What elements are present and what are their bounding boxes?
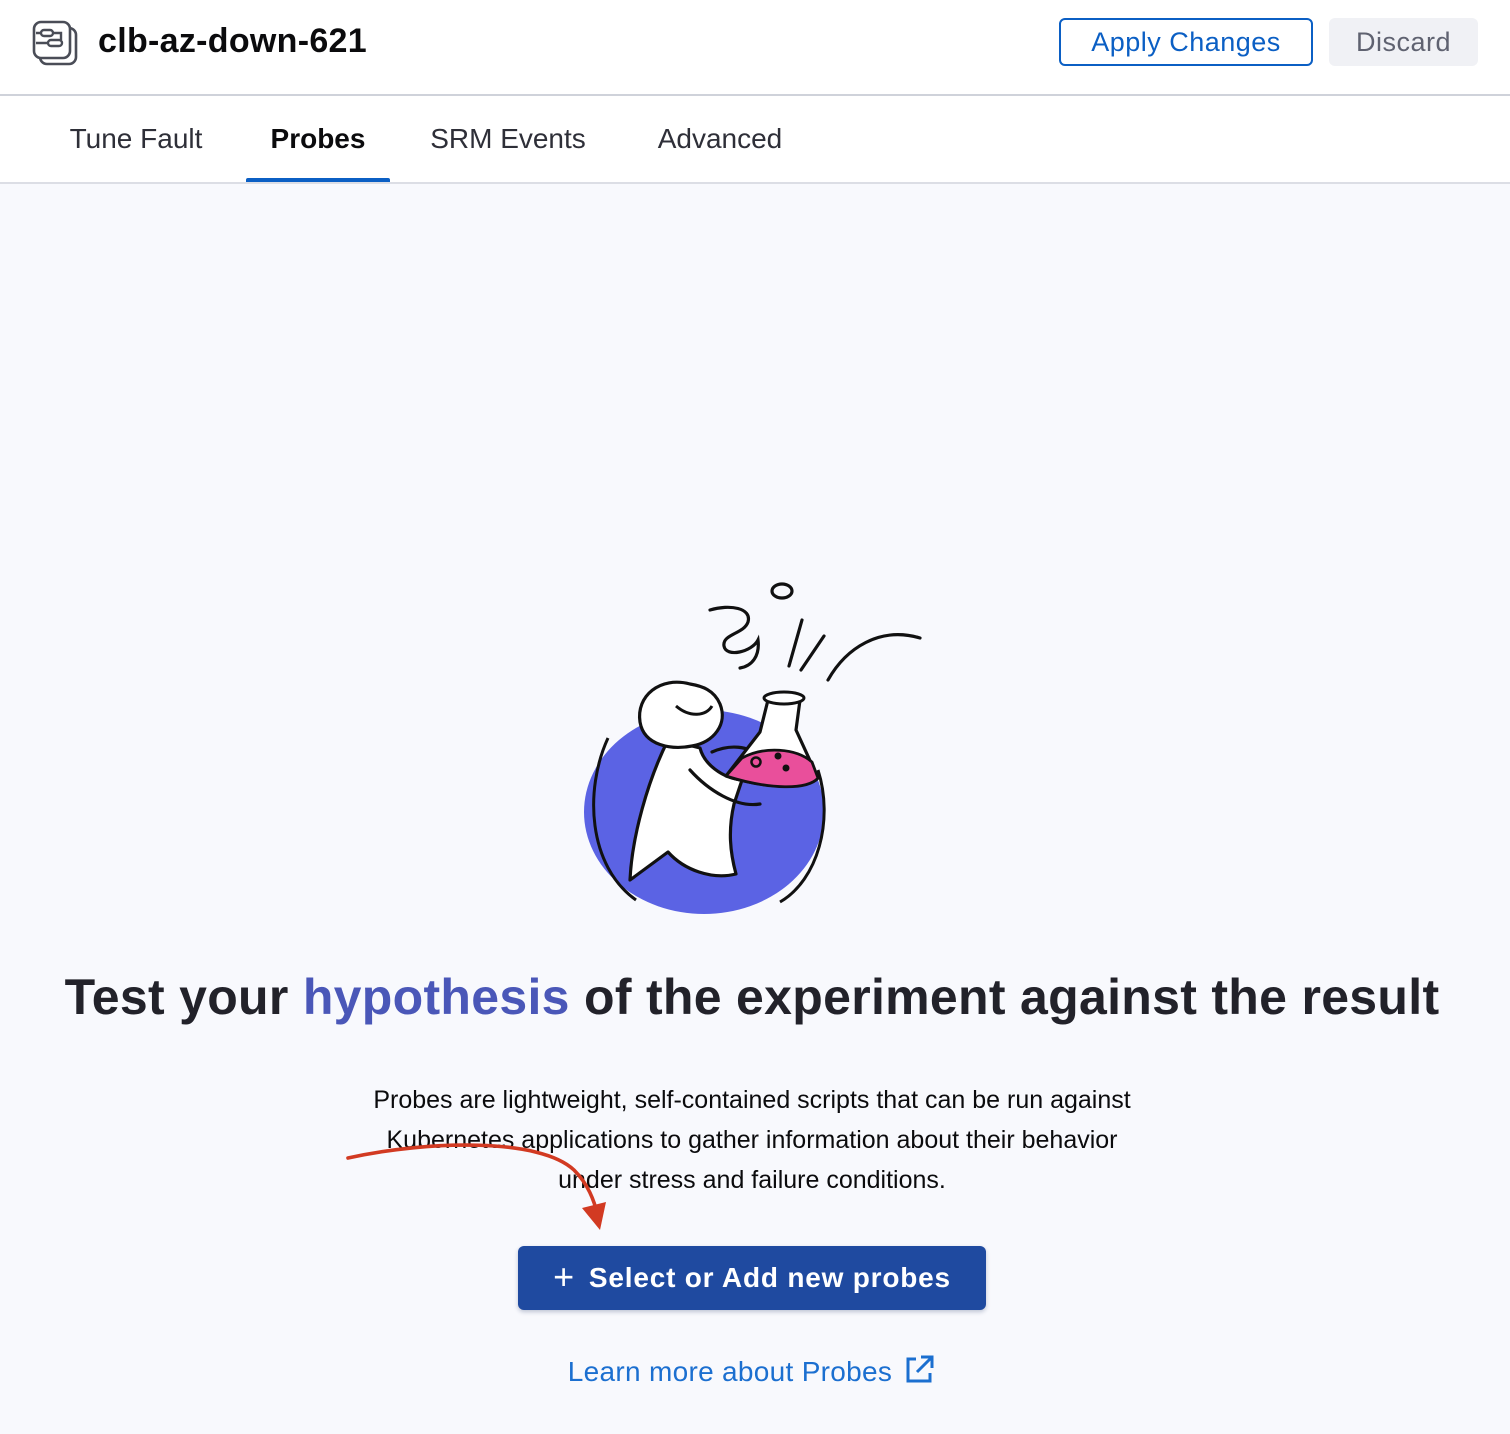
headline-text-before: Test your: [64, 969, 303, 1025]
apply-changes-button[interactable]: Apply Changes: [1059, 18, 1313, 66]
experiment-node-icon: [32, 20, 78, 66]
page-header: clb-az-down-621 Apply Changes Discard: [0, 0, 1510, 96]
headline-text-after: of the experiment against the result: [569, 969, 1440, 1025]
scientist-flask-illustration: [584, 582, 922, 914]
tab-srm-events[interactable]: SRM Events: [412, 96, 604, 182]
plus-icon: +: [553, 1255, 575, 1297]
tab-advanced[interactable]: Advanced: [636, 96, 804, 182]
tab-tune-fault[interactable]: Tune Fault: [50, 96, 222, 182]
hypothesis-headline: Test your hypothesis of the experiment a…: [0, 968, 1504, 1026]
headline-accent: hypothesis: [302, 969, 570, 1025]
active-tab-indicator: [246, 178, 390, 182]
learn-more-label: Learn more about Probes: [567, 1356, 893, 1387]
select-or-add-probes-button[interactable]: + Select or Add new probes: [518, 1246, 986, 1310]
learn-more-link[interactable]: Learn more about Probes: [0, 1355, 1504, 1388]
tab-probes[interactable]: Probes: [246, 96, 390, 182]
external-link-icon: [906, 1355, 934, 1383]
select-or-add-probes-label: Select or Add new probes: [588, 1262, 951, 1293]
page-title: clb-az-down-621: [98, 22, 367, 60]
discard-button[interactable]: Discard: [1329, 18, 1478, 66]
tab-bar: Tune Fault Probes SRM Events Advanced: [0, 96, 1510, 184]
probes-description: Probes are lightweight, self-contained s…: [373, 1086, 1131, 1194]
